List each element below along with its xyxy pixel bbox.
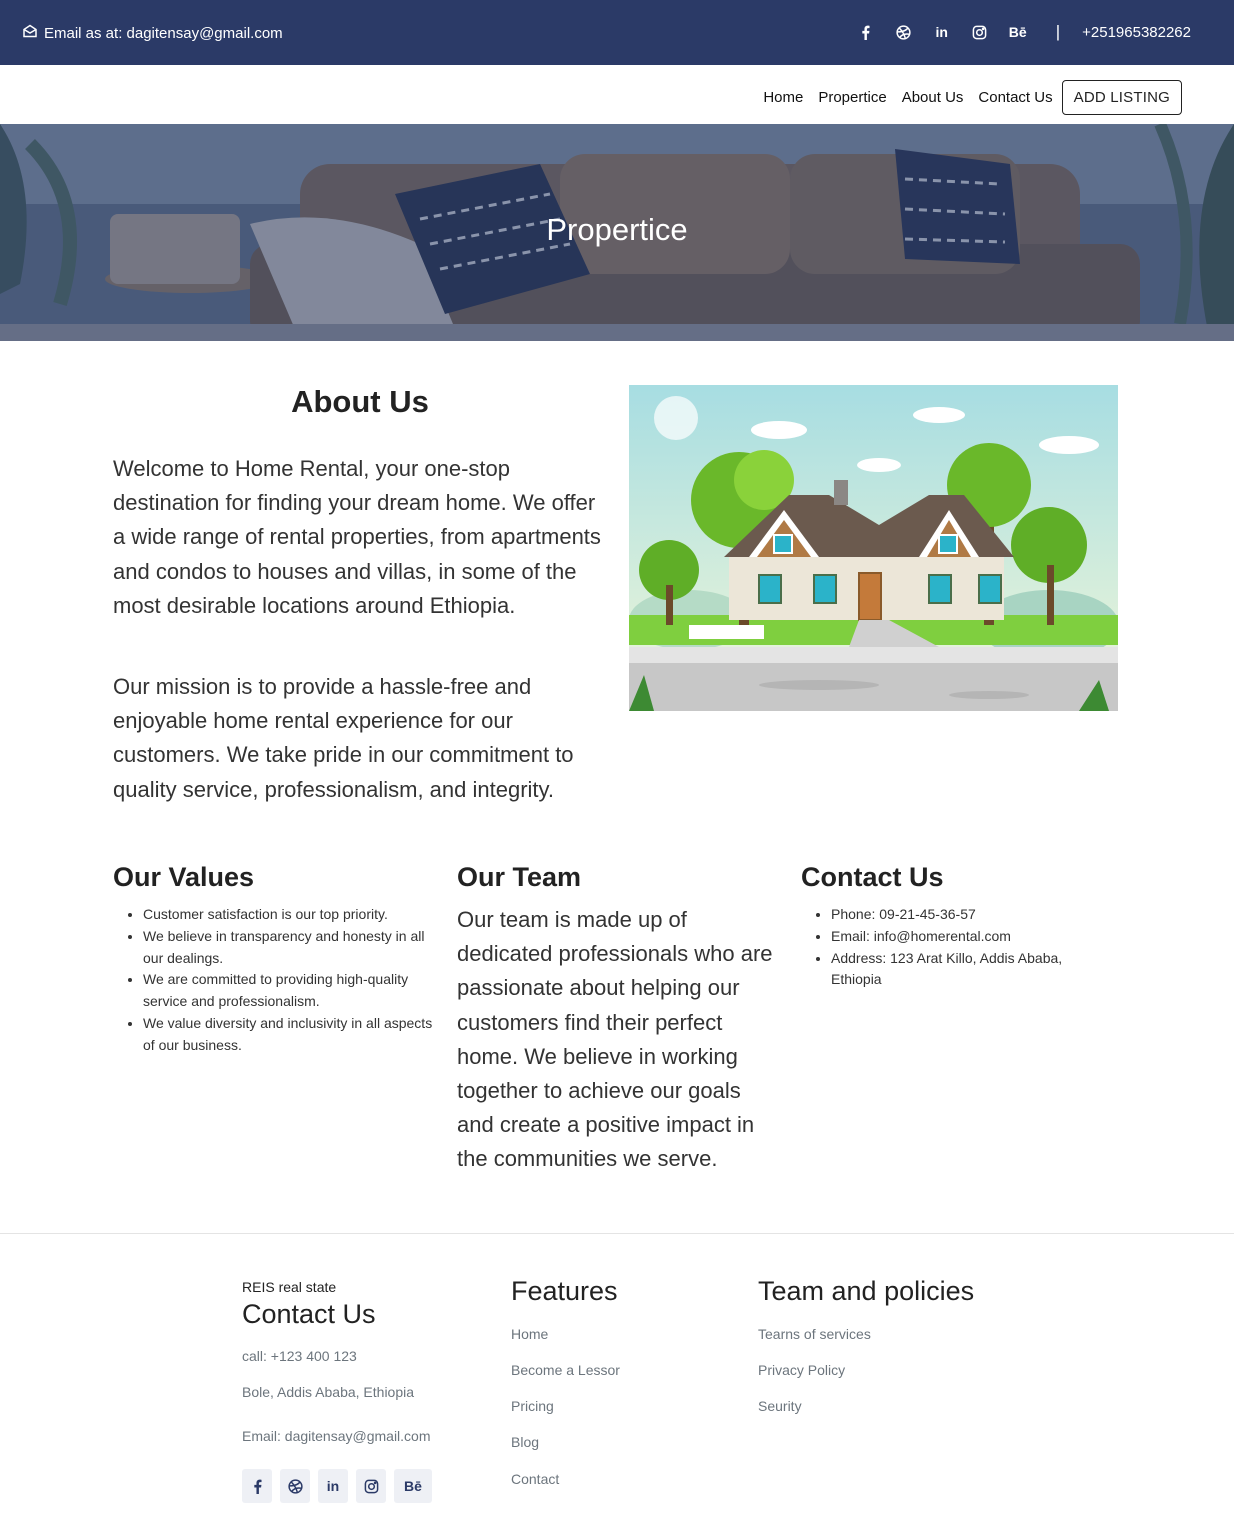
footer-link-become-lessor[interactable]: Become a Lessor — [511, 1362, 620, 1378]
footer-link-contact[interactable]: Contact — [511, 1471, 559, 1487]
instagram-icon[interactable] — [356, 1469, 386, 1503]
nav-propertice[interactable]: Propertice — [818, 89, 886, 106]
contact-list: Phone: 09-21-45-36-57 Email: info@homere… — [801, 904, 1091, 991]
facebook-icon[interactable] — [854, 20, 878, 44]
top-email[interactable]: Email as at: dagitensay@gmail.com — [22, 23, 283, 43]
about-heading: About Us — [291, 384, 429, 419]
list-item: Customer satisfaction is our top priorit… — [143, 904, 443, 926]
footer-link-home[interactable]: Home — [511, 1326, 548, 1342]
features-heading: Features — [511, 1276, 618, 1306]
contact-heading: Contact Us — [801, 862, 944, 892]
policies-heading: Team and policies — [758, 1276, 975, 1306]
instagram-icon[interactable] — [968, 20, 992, 44]
dribbble-icon[interactable] — [892, 20, 916, 44]
behance-icon[interactable]: Bē — [394, 1469, 432, 1503]
contact-address: Address: 123 Arat Killo, Addis Ababa, Et… — [831, 948, 1091, 992]
team-heading: Our Team — [457, 862, 582, 892]
dribbble-icon[interactable] — [280, 1469, 310, 1503]
footer-link-pricing[interactable]: Pricing — [511, 1398, 554, 1414]
team-text: Our team is made up of dedicated profess… — [457, 907, 773, 1172]
footer-link-privacy[interactable]: Privacy Policy — [758, 1362, 845, 1378]
nav-home[interactable]: Home — [763, 89, 803, 106]
add-listing-button[interactable]: ADD LISTING — [1061, 80, 1182, 115]
footer-email[interactable]: Email: dagitensay@gmail.com — [242, 1428, 431, 1444]
footer-divider — [0, 1233, 1234, 1234]
footer-address: Bole, Addis Ababa, Ethiopia — [242, 1384, 415, 1400]
nav-contact-us[interactable]: Contact Us — [978, 89, 1052, 106]
list-item: We believe in transparency and honesty i… — [143, 926, 443, 970]
top-email-text: Email as at: dagitensay@gmail.com — [44, 24, 283, 42]
linkedin-icon[interactable]: in — [930, 20, 954, 44]
about-paragraph-2: Our mission is to provide a hassle-free … — [113, 674, 574, 802]
top-phone[interactable]: +251965382262 — [1082, 24, 1191, 41]
hero-banner: Propertice — [0, 124, 1234, 341]
facebook-icon[interactable] — [242, 1469, 272, 1503]
list-item: We are committed to providing high-quali… — [143, 969, 443, 1013]
footer-call[interactable]: call: +123 400 123 — [242, 1348, 357, 1364]
values-list: Customer satisfaction is our top priorit… — [113, 904, 443, 1057]
top-bar: Email as at: dagitensay@gmail.com in Bē … — [0, 0, 1234, 65]
values-heading: Our Values — [113, 862, 255, 892]
envelope-icon — [22, 23, 38, 43]
hero-title: Propertice — [546, 212, 688, 247]
topbar-separator: | — [1055, 22, 1061, 41]
footer-link-security[interactable]: Seurity — [758, 1398, 802, 1414]
main-nav: Home Propertice About Us Contact Us ADD … — [0, 65, 1234, 124]
contact-phone: Phone: 09-21-45-36-57 — [831, 904, 1091, 926]
behance-icon[interactable]: Bē — [1006, 20, 1030, 44]
footer-link-blog[interactable]: Blog — [511, 1434, 539, 1450]
list-item: We value diversity and inclusivity in al… — [143, 1013, 443, 1057]
about-paragraph-1: Welcome to Home Rental, your one-stop de… — [113, 456, 601, 618]
footer-brand: REIS real state — [242, 1279, 337, 1295]
footer-link-terms[interactable]: Tearns of services — [758, 1326, 871, 1342]
house-illustration — [629, 385, 1118, 711]
nav-about-us[interactable]: About Us — [902, 89, 964, 106]
footer-social: in Bē — [242, 1469, 432, 1503]
contact-email: Email: info@homerental.com — [831, 926, 1091, 948]
footer-contact-heading: Contact Us — [242, 1299, 376, 1329]
linkedin-icon[interactable]: in — [318, 1469, 348, 1503]
